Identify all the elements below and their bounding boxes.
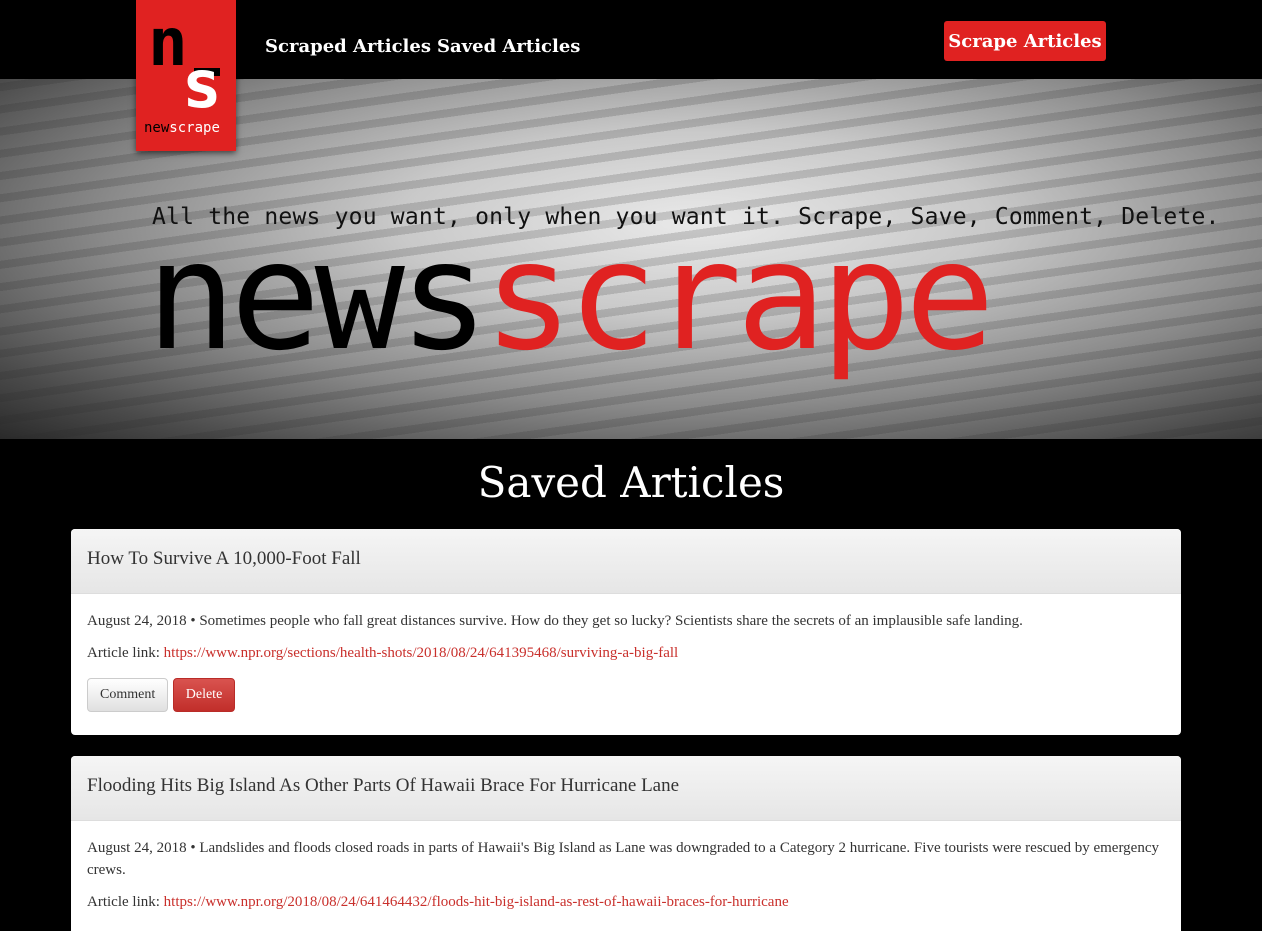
logo-letter-s: s: [182, 46, 222, 123]
logo-word-scrape: scrape: [169, 120, 220, 136]
hero-title-news: news: [146, 210, 489, 384]
nav-saved-articles[interactable]: Saved Articles: [437, 36, 580, 57]
article-card: How To Survive A 10,000-Foot Fall August…: [71, 529, 1181, 735]
article-link[interactable]: https://www.npr.org/sections/health-shot…: [164, 645, 679, 661]
nav-scraped-articles[interactable]: Scraped Articles: [265, 36, 431, 57]
comment-button[interactable]: Comment: [87, 678, 168, 712]
article-card: Flooding Hits Big Island As Other Parts …: [71, 756, 1181, 931]
delete-button[interactable]: Delete: [172, 678, 235, 712]
article-link-row: Article link: https://www.npr.org/2018/0…: [87, 891, 1165, 913]
article-actions: Comment Delete: [87, 678, 1165, 712]
article-link[interactable]: https://www.npr.org/2018/08/24/641464432…: [164, 894, 789, 910]
article-summary: August 24, 2018 • Sometimes people who f…: [87, 613, 1023, 629]
article-body: August 24, 2018 • Landslides and floods …: [71, 821, 1181, 913]
logo-word-new: new: [144, 120, 170, 136]
article-body: August 24, 2018 • Sometimes people who f…: [71, 594, 1181, 712]
article-title: Flooding Hits Big Island As Other Parts …: [71, 756, 1181, 821]
page-title: Saved Articles: [477, 458, 785, 507]
scrape-articles-button[interactable]: Scrape Articles: [944, 21, 1106, 61]
hero-title-scrape: scrape: [483, 210, 995, 384]
top-navbar: n s newscrape Scraped Articles Saved Art…: [0, 0, 1262, 151]
article-link-row: Article link: https://www.npr.org/sectio…: [87, 642, 1165, 664]
logo-wordmark: newscrape: [144, 120, 220, 136]
article-link-label: Article link:: [87, 894, 160, 910]
article-title: How To Survive A 10,000-Foot Fall: [71, 529, 1181, 594]
newscrape-logo[interactable]: n s newscrape: [136, 0, 236, 151]
article-summary: August 24, 2018 • Landslides and floods …: [87, 840, 1159, 878]
article-link-label: Article link:: [87, 645, 160, 661]
hero-title: newsscrape: [146, 222, 995, 372]
